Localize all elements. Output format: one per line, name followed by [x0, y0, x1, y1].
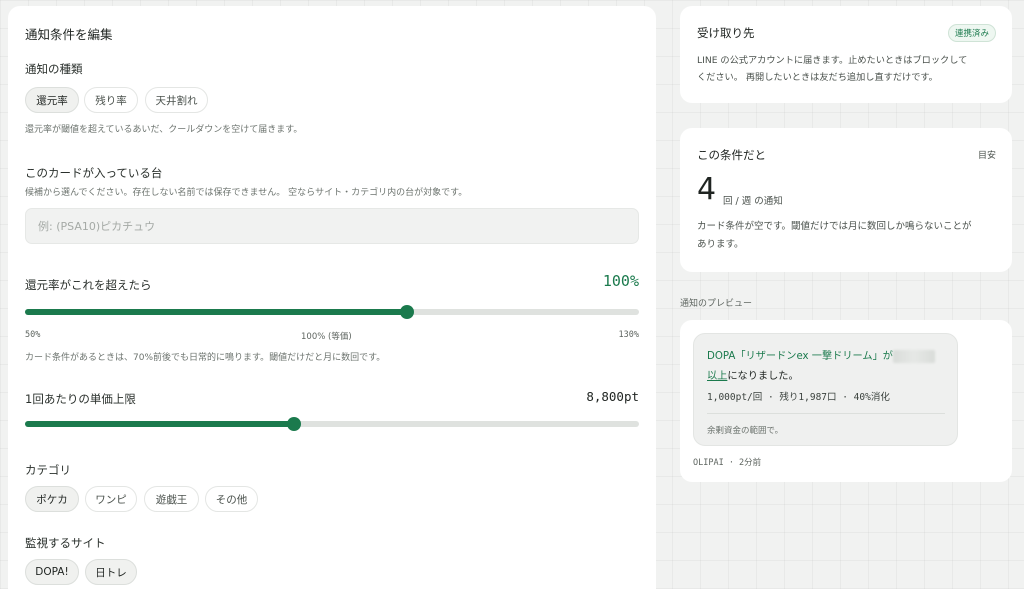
preview-divider: [707, 413, 945, 414]
category-chip-other[interactable]: その他: [205, 486, 258, 512]
rate-max-label: 130%: [618, 330, 639, 340]
preview-label: 通知のプレビュー: [680, 299, 753, 309]
category-chip-yugioh[interactable]: 遊戯王: [144, 486, 199, 512]
site-chip-dopa[interactable]: DOPA!: [25, 559, 79, 585]
type-help-text: 還元率が閾値を超えているあいだ、クールダウンを空けて届きます。: [25, 125, 303, 135]
estimate-note-2: あります。: [697, 239, 744, 250]
rate-min-label: 50%: [25, 330, 41, 340]
price-limit-value: 8,800pt: [586, 389, 639, 404]
rate-threshold-label: 還元率がこれを超えたら: [25, 278, 152, 292]
recipient-line-2: ください。 再開したいときは友だち追加し直すだけです。: [697, 72, 938, 83]
estimate-note-1: カード条件が空です。閾値だけでは月に数回しか鳴らないことが: [697, 221, 972, 232]
type-chip-ceiling-break[interactable]: 天井割れ: [145, 87, 208, 113]
recipient-title: 受け取り先: [697, 26, 755, 40]
recipient-card: 受け取り先 連携済み LINE の公式アカウントに届きます。止めたいときはブロッ…: [680, 6, 1012, 103]
category-label: カテゴリ: [25, 463, 71, 477]
blurred-value: [893, 349, 935, 363]
preview-message-main: DOPA「リザードンex 一撃ドリーム」が: [707, 351, 893, 362]
preview-message-threshold: 以上: [707, 371, 728, 382]
site-label: 監視するサイト: [25, 536, 106, 550]
edit-conditions-panel: 通知条件を編集 通知の種類 還元率 残り率 天井割れ 還元率が閾値を超えているあ…: [8, 6, 656, 589]
weekly-count-unit: 回 / 週 の通知: [723, 196, 783, 207]
price-slider-thumb[interactable]: [286, 417, 301, 431]
rate-threshold-value: 100%: [602, 272, 639, 290]
site-chip-nittore[interactable]: 日トレ: [85, 559, 137, 585]
card-machine-label: このカードが入っている台: [25, 166, 163, 180]
type-chip-return-rate[interactable]: 還元率: [25, 87, 79, 113]
panel-title: 通知条件を編集: [25, 27, 113, 42]
notification-type-label: 通知の種類: [25, 62, 83, 76]
preview-sender: OLIPAI · 2分前: [693, 458, 762, 468]
estimate-title: この条件だと: [697, 148, 766, 162]
recipient-line-1: LINE の公式アカウントに届きます。止めたいときはブロックして: [697, 55, 968, 66]
notification-preview-bubble: DOPA「リザードンex 一撃ドリーム」が 以上になりました。 1,000pt/…: [693, 333, 958, 446]
linked-status-badge: 連携済み: [947, 24, 996, 42]
estimate-tag: 目安: [977, 151, 996, 161]
price-slider-track[interactable]: [25, 417, 639, 431]
category-chip-pokeca[interactable]: ポケカ: [25, 486, 79, 512]
weekly-count: 4: [697, 172, 717, 207]
rate-slider-track[interactable]: [25, 305, 639, 319]
category-chip-onepi[interactable]: ワンピ: [85, 486, 137, 512]
estimate-card: この条件だと 目安 4 回 / 週 の通知 カード条件が空です。閾値だけでは月に…: [680, 128, 1012, 272]
price-limit-label: 1回あたりの単価上限: [25, 392, 136, 406]
rate-mid-label: 100% (等価): [301, 332, 352, 342]
preview-stats: 1,000pt/回 · 残り1,987口 · 40%消化: [707, 392, 890, 403]
preview-message-end: になりました。: [727, 371, 799, 382]
rate-slider-fill: [25, 309, 407, 315]
card-help-text: 候補から選んでください。存在しない名前では保存できません。 空ならサイト・カテゴ…: [25, 188, 468, 198]
price-slider-fill: [25, 421, 294, 427]
rate-help-text: カード条件があるときは、70%前後でも日常的に鳴ります。閾値だけだと月に数回です…: [25, 353, 386, 363]
type-chip-remaining-rate[interactable]: 残り率: [84, 87, 138, 113]
preview-message-line-1: DOPA「リザードンex 一撃ドリーム」が: [707, 347, 935, 363]
card-search-input[interactable]: [25, 208, 639, 244]
preview-footer: 余剰資金の範囲で。: [707, 426, 784, 436]
preview-message-line-2: 以上になりました。: [707, 367, 799, 382]
rate-slider-thumb[interactable]: [399, 305, 414, 319]
